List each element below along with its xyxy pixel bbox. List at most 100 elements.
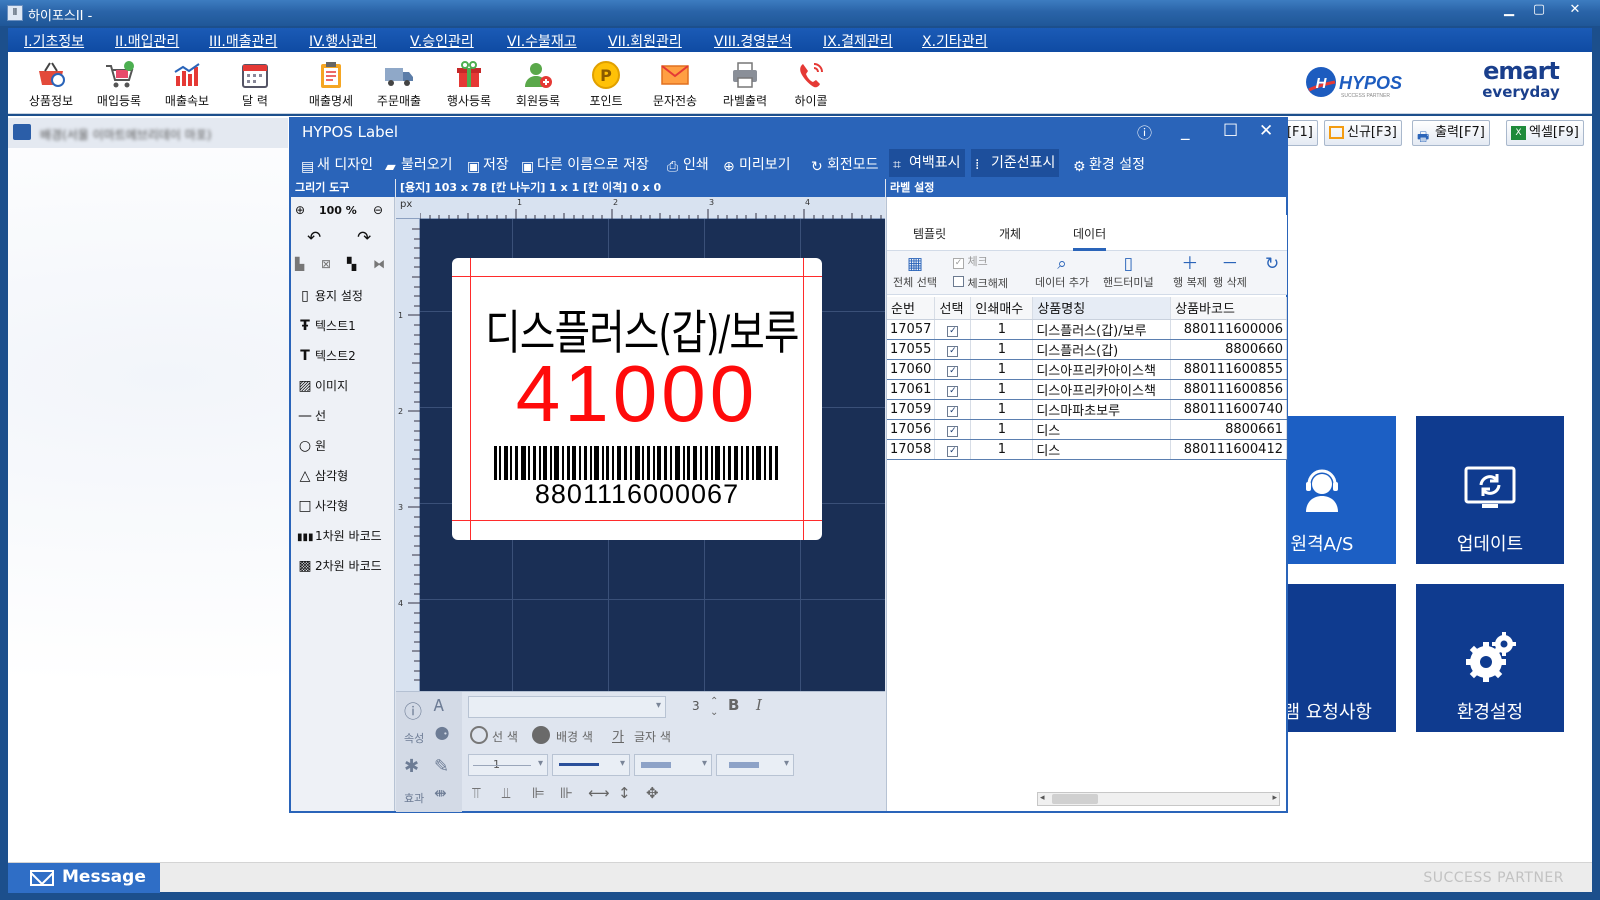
toolbar-hicall[interactable]: 하이콜 <box>778 56 844 109</box>
tile-settings[interactable]: 환경설정 <box>1416 584 1564 732</box>
table-row[interactable]: 17056 ✓ 1 디스 8800661 <box>887 419 1287 440</box>
row-name[interactable]: 디스플러스(갑) <box>1032 339 1172 360</box>
row-qty[interactable]: 1 <box>970 359 1034 380</box>
column-header[interactable]: 인쇄매수 <box>970 297 1034 320</box>
check-button[interactable]: ✓ 체크 <box>953 253 988 269</box>
table-row[interactable]: 17060 ✓ 1 디스아프리카아이스책 880111600855 <box>887 359 1287 380</box>
info-icon[interactable]: ⓘ <box>404 698 422 724</box>
column-header[interactable]: 상품바코드 <box>1170 297 1287 320</box>
row-barcode[interactable]: 880111600740 <box>1170 399 1287 420</box>
table-row[interactable]: 17058 ✓ 1 디스 880111600412 <box>887 439 1287 460</box>
row-barcode[interactable]: 880111600412 <box>1170 439 1287 460</box>
toolbar-sales-detail[interactable]: 매출명세 <box>298 56 364 109</box>
menu-sales[interactable]: III.매출관리 <box>209 31 277 51</box>
dialog-close-button[interactable]: ✕ <box>1259 121 1273 141</box>
env-settings-button[interactable]: ⚙ 환경 설정 <box>1073 154 1145 175</box>
toolbar-member-register[interactable]: 회원등록 <box>505 56 571 109</box>
table-row[interactable]: 17055 ✓ 1 디스플러스(갑) 8800660 <box>887 339 1287 360</box>
scroll-left-icon[interactable]: ◂ <box>1040 793 1045 803</box>
row-checkbox[interactable]: ✓ <box>947 385 959 397</box>
line-width-select[interactable]: 1 ▾ <box>468 754 548 776</box>
minimize-button[interactable]: ▁ <box>1494 0 1524 20</box>
guideline-toggle-button[interactable]: ⁞ 기준선표시 <box>971 149 1060 177</box>
column-header[interactable]: 선택 <box>934 297 972 320</box>
palette-icon[interactable]: ⚈ <box>434 724 450 745</box>
menu-events[interactable]: IV.행사관리 <box>309 31 377 51</box>
menu-members[interactable]: VII.회원관리 <box>608 31 682 51</box>
table-row[interactable]: 17057 ✓ 1 디스플러스(갑)/보루 880111600006 <box>887 319 1287 340</box>
save-as-button[interactable]: ▣ 다른 이름으로 저장 <box>521 154 649 175</box>
menu-payments[interactable]: IX.결제관리 <box>823 31 893 51</box>
row-checkbox[interactable]: ✓ <box>947 405 959 417</box>
flip-icon[interactable]: ⧓ <box>373 257 385 271</box>
label-preview[interactable]: 디스플러스(갑)/보루 41000 8801116000067 <box>452 258 822 540</box>
print-label-button[interactable]: ⎙ 인쇄 <box>667 154 709 175</box>
row-qty[interactable]: 1 <box>970 379 1034 400</box>
bold-button[interactable]: B <box>728 696 739 714</box>
preview-button[interactable]: ⊕ 미리보기 <box>723 154 791 175</box>
row-checkbox[interactable]: ✓ <box>947 365 959 377</box>
toolbar-calendar[interactable]: 달 력 <box>222 56 288 109</box>
tool-rectangle[interactable]: □ 사각형 <box>297 497 348 514</box>
label-barcode[interactable] <box>494 446 780 480</box>
toolbar-event-register[interactable]: 행사등록 <box>436 56 502 109</box>
maximize-button[interactable]: ▢ <box>1524 0 1554 20</box>
send-back-icon[interactable]: ▚ <box>347 257 356 271</box>
row-name[interactable]: 디스마파초보루 <box>1032 399 1172 420</box>
undo-icon[interactable]: ↶ <box>307 228 321 248</box>
refresh-button[interactable]: ↻ <box>1265 254 1279 274</box>
align-top-icon[interactable]: ⫪ <box>472 784 480 802</box>
save-button[interactable]: ▣ 저장 <box>467 154 509 175</box>
font-size-value[interactable]: 3 <box>692 699 700 713</box>
open-button[interactable]: ▰ 불러오기 <box>385 154 453 175</box>
row-name[interactable]: 디스아프리카아이스책 <box>1032 379 1172 400</box>
fill-color-select[interactable]: ▾ <box>716 754 794 776</box>
uncheck-button[interactable]: 체크해제 <box>953 275 1008 291</box>
excel-button[interactable]: X 엑셀[F9] <box>1506 120 1584 146</box>
align-icon[interactable]: ⇼ <box>434 784 447 802</box>
row-delete-button[interactable]: － 행 삭제 <box>1213 254 1247 290</box>
text-color-label[interactable]: 글자 색 <box>634 728 671 745</box>
line-color-icon[interactable] <box>470 726 488 744</box>
menu-approval[interactable]: V.승인관리 <box>410 31 474 51</box>
row-barcode[interactable]: 880111600856 <box>1170 379 1287 400</box>
column-header[interactable]: 순번 <box>887 297 936 320</box>
tool-image[interactable]: ▨ 이미지 <box>297 377 348 394</box>
font-size-stepper[interactable]: ⌃ ⌄ <box>710 696 718 718</box>
line-style-select[interactable]: ▾ <box>552 754 630 776</box>
italic-button[interactable]: I <box>756 696 762 714</box>
row-barcode[interactable]: 8800661 <box>1170 419 1287 440</box>
menu-basic-info[interactable]: I.기초정보 <box>24 31 84 51</box>
table-row[interactable]: 17061 ✓ 1 디스아프리카아이스책 880111600856 <box>887 379 1287 400</box>
menu-analysis[interactable]: VIII.경영분석 <box>714 31 792 51</box>
dialog-maximize-button[interactable]: ☐ <box>1223 121 1238 141</box>
pen-icon[interactable]: ✎ <box>434 756 449 777</box>
menu-inventory[interactable]: VI.수불재고 <box>507 31 577 51</box>
row-checkbox[interactable]: ✓ <box>947 345 959 357</box>
tool-1d-barcode[interactable]: ▮▮▮1차원 바코드 <box>297 527 382 544</box>
tab-template[interactable]: 템플릿 <box>913 225 946 242</box>
new-design-button[interactable]: ▤ 새 디자인 <box>301 154 373 175</box>
font-family-select[interactable]: ▾ <box>468 696 666 718</box>
tool-text2[interactable]: T 텍스트2 <box>297 347 356 364</box>
row-qty[interactable]: 1 <box>970 439 1034 460</box>
dialog-minimize-button[interactable]: _ <box>1181 121 1190 141</box>
tool-paper-setup[interactable]: ▯ 용지 설정 <box>297 287 363 304</box>
margin-toggle-button[interactable]: ⌗ 여백표시 <box>889 149 965 177</box>
row-name[interactable]: 디스플러스(갑)/보루 <box>1032 319 1172 340</box>
toolbar-sales-flash[interactable]: 매출속보 <box>154 56 220 109</box>
effect-icon[interactable]: ✱ <box>404 756 419 777</box>
row-copy-button[interactable]: ＋ 행 복제 <box>1173 254 1207 290</box>
label-barcode-text[interactable]: 8801116000067 <box>452 479 822 510</box>
message-button[interactable]: Message <box>8 863 160 893</box>
scroll-thumb[interactable] <box>1052 794 1098 804</box>
table-row[interactable]: 17059 ✓ 1 디스마파초보루 880111600740 <box>887 399 1287 420</box>
font-icon[interactable]: Ꭺ <box>434 696 445 716</box>
tab-data[interactable]: 데이터 <box>1073 225 1107 251</box>
distribute-icon[interactable]: ⊠ <box>321 257 331 271</box>
bring-front-icon[interactable]: ▙ <box>295 257 304 271</box>
zoom-out-icon[interactable]: ⊖ <box>373 203 383 217</box>
line-color-select[interactable]: ▾ <box>634 754 712 776</box>
scroll-right-icon[interactable]: ▸ <box>1272 793 1277 803</box>
row-checkbox[interactable]: ✓ <box>947 445 959 457</box>
